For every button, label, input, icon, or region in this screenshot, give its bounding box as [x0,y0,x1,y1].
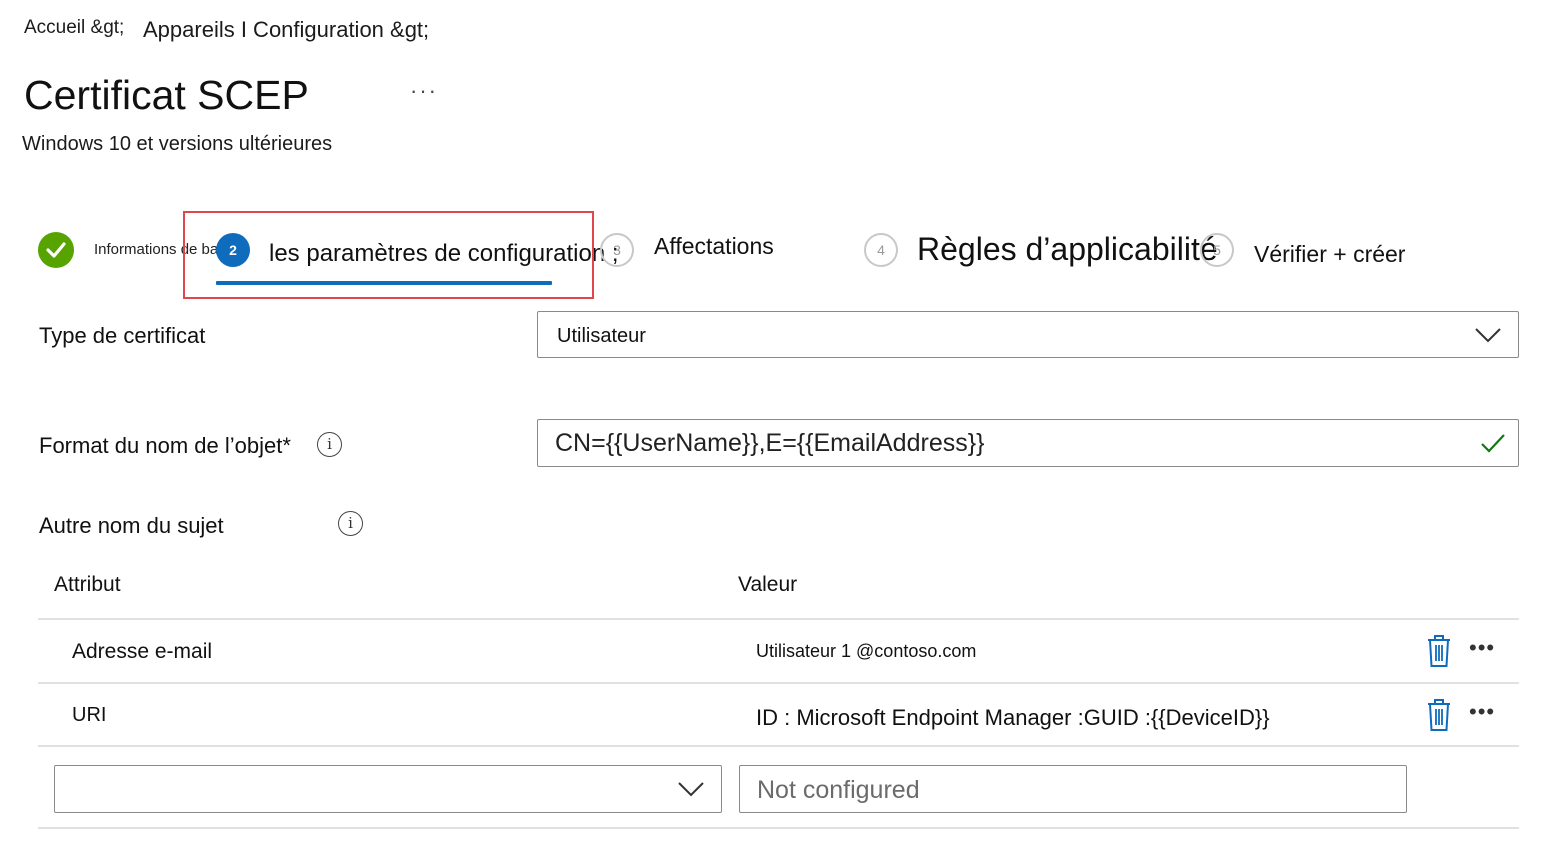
highlight-box [183,211,594,299]
column-header-value: Valeur [738,573,798,596]
new-value-placeholder: Not configured [757,776,920,804]
checkmark-icon [46,242,66,258]
subject-format-value: CN={{UserName}},E={{EmailAddress}} [555,429,985,457]
row-more-button[interactable]: ••• [1469,699,1495,725]
step-3-label[interactable]: Affectations [654,233,774,260]
cert-type-label: Type de certificat [39,323,206,348]
subject-format-input[interactable]: CN={{UserName}},E={{EmailAddress}} [537,419,1519,467]
page-subtitle: Windows 10 et versions ultérieures [22,133,333,155]
row-more-button[interactable]: ••• [1469,635,1495,661]
chevron-down-icon [678,782,704,797]
table-row-attribute: URI [72,704,107,726]
chevron-down-icon [1475,328,1501,343]
san-label: Autre nom du sujet [39,513,224,538]
trash-icon[interactable] [1425,698,1453,732]
subject-format-label: Format du nom de l’objet* [39,433,291,458]
cert-type-value: Utilisateur [557,325,646,347]
breadcrumb-home[interactable]: Accueil &gt; [24,17,124,39]
new-attribute-select[interactable] [54,765,722,813]
column-header-attribute: Attribut [54,573,121,596]
table-row-attribute: Adresse e-mail [72,640,213,663]
info-icon[interactable]: i [317,432,342,457]
table-row-value: ID : Microsoft Endpoint Manager :GUID :{… [756,705,1270,730]
more-options-button[interactable]: ··· [410,78,438,104]
divider [38,618,1519,620]
page-title: Certificat SCEP [24,72,309,118]
cert-type-select[interactable]: Utilisateur [537,311,1519,358]
new-value-input[interactable]: Not configured [739,765,1407,813]
breadcrumb-path[interactable]: Appareils I Configuration &gt; [143,17,429,43]
divider [38,682,1519,684]
divider [38,745,1519,747]
table-row-value: Utilisateur 1 @contoso.com [756,641,977,661]
step-5-number[interactable]: 5 [1200,233,1234,267]
step-4-number[interactable]: 4 [864,233,898,267]
divider [38,827,1519,829]
info-icon[interactable]: i [338,511,363,536]
step-5-label[interactable]: Vérifier + créer [1254,241,1405,268]
step-4-label[interactable]: Règles d’applicabilité [917,231,1218,268]
step-3-number[interactable]: 3 [600,233,634,267]
trash-icon[interactable] [1425,634,1453,668]
checkmark-icon [1481,434,1505,453]
step-1-completed[interactable] [38,232,74,268]
